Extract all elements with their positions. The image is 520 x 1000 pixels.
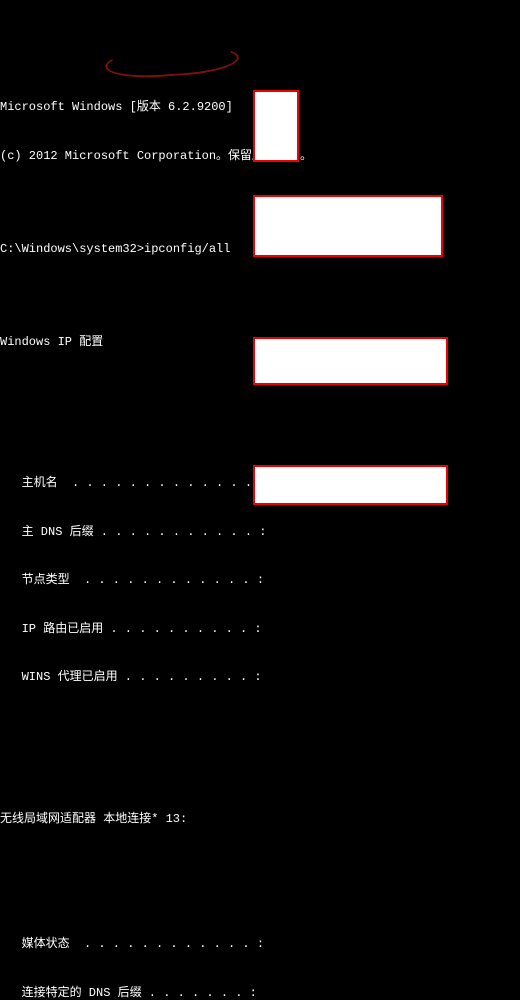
- info-node-type: 节点类型 . . . . . . . . . . . . :: [0, 572, 520, 588]
- info-dns-suffix: 主 DNS 后缀 . . . . . . . . . . . :: [0, 524, 520, 540]
- info-ip-routing: IP 路由已启用 . . . . . . . . . . :: [0, 621, 520, 637]
- redaction-box-3: [253, 465, 448, 505]
- adapter1-title: 无线局域网适配器 本地连接* 13:: [0, 811, 520, 827]
- adapter1-block: 媒体状态 . . . . . . . . . . . . : 连接特定的 DNS…: [0, 904, 520, 1000]
- redaction-box-2: [253, 337, 448, 385]
- adapter1-dns-suffix: 连接特定的 DNS 后缀 . . . . . . . :: [0, 985, 520, 1000]
- info-wins-proxy: WINS 代理已启用 . . . . . . . . . :: [0, 669, 520, 685]
- prompt-path: C:\Windows\system32>: [0, 242, 144, 256]
- adapter1-media-state: 媒体状态 . . . . . . . . . . . . :: [0, 936, 520, 952]
- prompt-command: ipconfig/all: [144, 242, 230, 256]
- redaction-box-0: [253, 90, 299, 162]
- redaction-box-1: [253, 195, 443, 257]
